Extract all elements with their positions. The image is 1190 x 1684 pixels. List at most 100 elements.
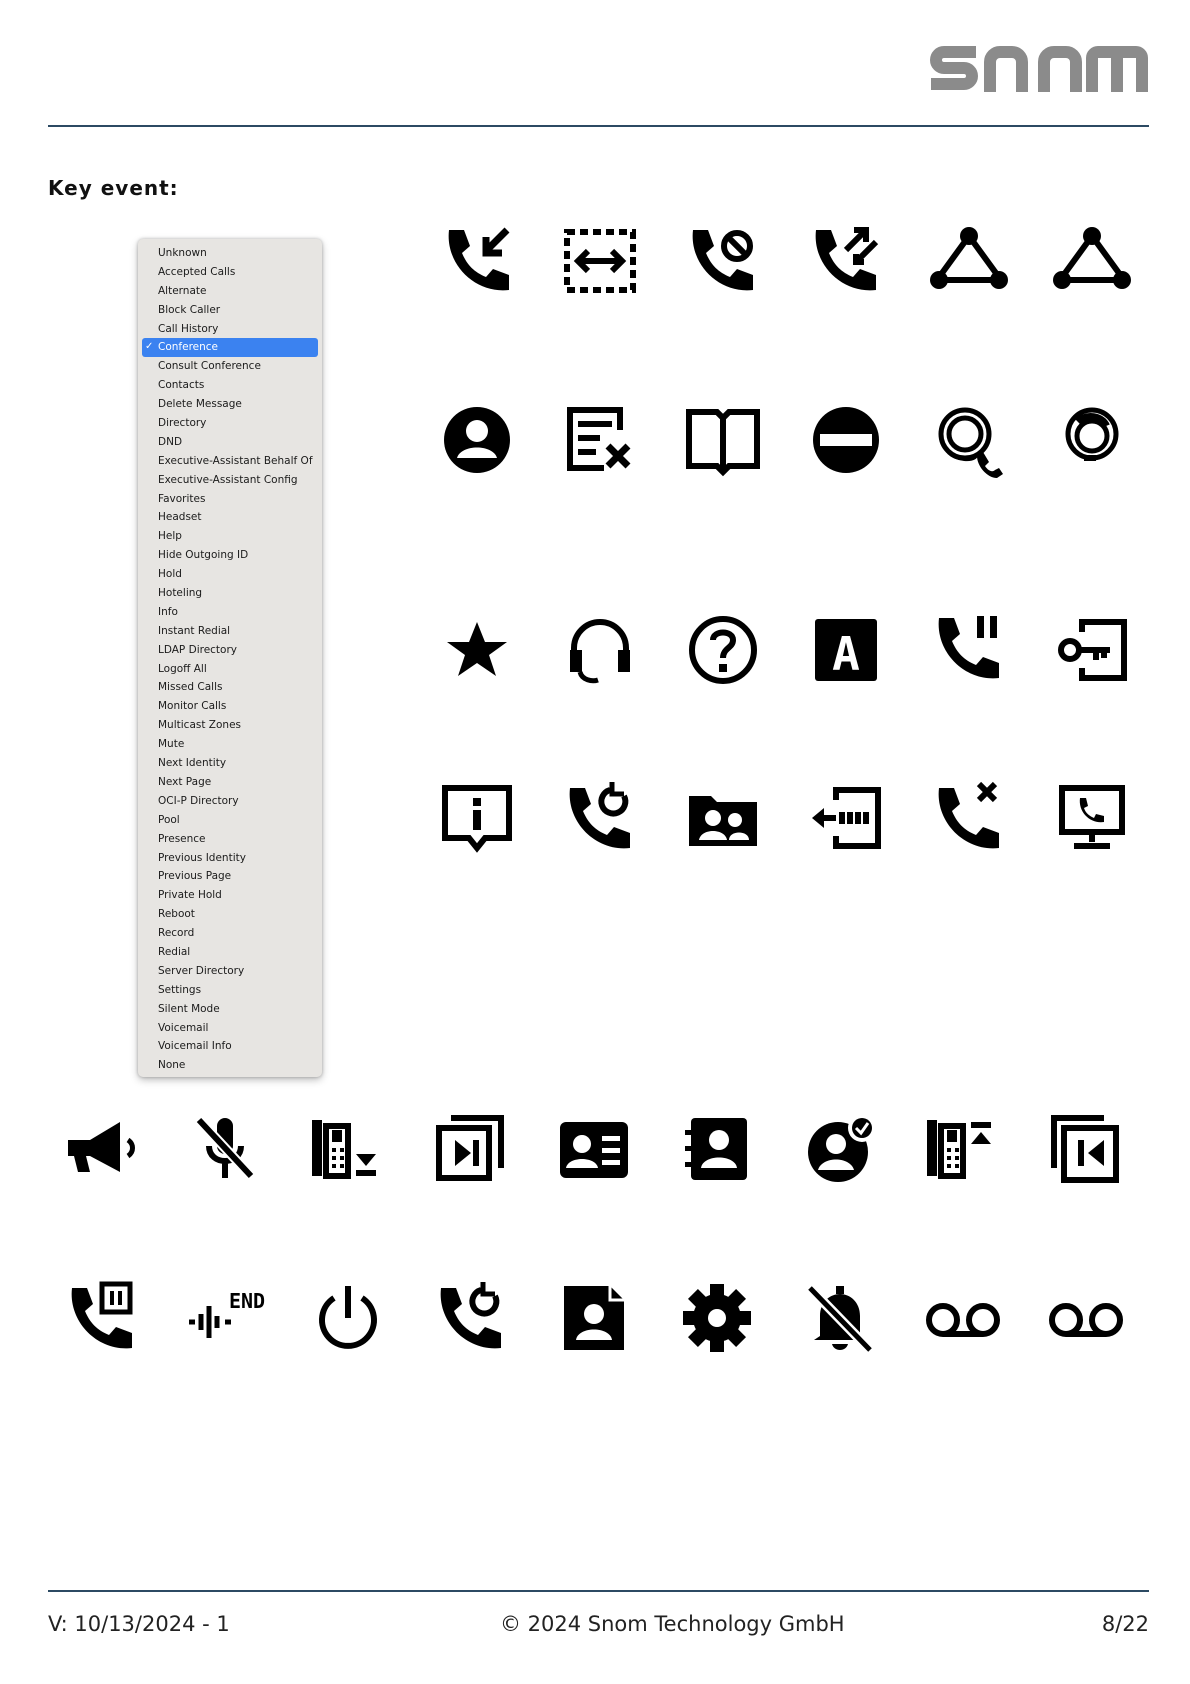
dropdown-option[interactable]: Silent Mode [142, 1000, 318, 1019]
dropdown-option[interactable]: Reboot [142, 905, 318, 924]
dropdown-option[interactable]: Missed Calls [142, 678, 318, 697]
footer-copyright: © 2024 Snom Technology GmbH [500, 1612, 845, 1636]
dropdown-option[interactable]: Record [142, 924, 318, 943]
dropdown-option-label: None [158, 1059, 186, 1072]
dropdown-option[interactable]: Previous Page [142, 867, 318, 886]
silent-mode-icon [800, 1278, 880, 1358]
dropdown-option-label: OCI-P Directory [158, 794, 239, 807]
dropdown-option-label: Pool [158, 813, 180, 826]
dropdown-option[interactable]: Contacts [142, 376, 318, 395]
dropdown-option-label: Executive-Assistant Behalf Of [158, 454, 313, 467]
record-label: END [229, 1289, 265, 1313]
dropdown-option[interactable]: Voicemail [142, 1019, 318, 1038]
key-event-dropdown[interactable]: Unknown Accepted Calls Alternate Block Call… [138, 239, 322, 1077]
snom-logo: snom [928, 40, 1148, 110]
dropdown-option-label: Server Directory [158, 964, 245, 977]
conference-icon [929, 222, 1009, 302]
hoteling-icon [1052, 610, 1132, 690]
consult-conference-icon [1052, 222, 1132, 302]
dropdown-option-label: Mute [158, 738, 185, 751]
dropdown-option[interactable]: Directory [142, 414, 318, 433]
dropdown-option[interactable]: Unknown [142, 244, 318, 263]
footer-page-number: 8/22 [1101, 1612, 1149, 1636]
dropdown-option-label: Executive-Assistant Config [158, 473, 298, 486]
logoff-all-icon [806, 778, 886, 858]
multicast-zones-icon [62, 1110, 142, 1190]
dropdown-option[interactable]: Hide Outgoing ID [142, 546, 318, 565]
dropdown-option[interactable]: Hold [142, 565, 318, 584]
id-badge-letter: A [832, 627, 860, 681]
dropdown-option[interactable]: Private Hold [142, 886, 318, 905]
next-identity-icon [308, 1110, 388, 1190]
info-icon [437, 778, 517, 858]
dropdown-option[interactable]: Mute [142, 735, 318, 754]
dropdown-option[interactable]: Info [142, 603, 318, 622]
voicemail-icon [923, 1278, 1003, 1358]
dropdown-option[interactable]: Pool [142, 811, 318, 830]
dropdown-option[interactable]: LDAP Directory [142, 641, 318, 660]
dropdown-option[interactable]: Settings [142, 981, 318, 1000]
dropdown-option[interactable]: Call History [142, 320, 318, 339]
dropdown-option-label: Settings [158, 983, 202, 996]
mute-icon [185, 1110, 265, 1190]
checkmark-icon: ✓ [145, 341, 154, 353]
dropdown-option-label: Accepted Calls [158, 265, 236, 278]
dropdown-option-label: Previous Page [158, 870, 232, 883]
dropdown-option[interactable]: Monitor Calls [142, 697, 318, 716]
redial-icon [431, 1278, 511, 1358]
dropdown-option[interactable]: Instant Redial [142, 622, 318, 641]
hide-outgoing-id-icon: A [806, 610, 886, 690]
block-caller-icon [683, 222, 763, 302]
dropdown-option[interactable]: Hoteling [142, 584, 318, 603]
dropdown-option[interactable]: DND [142, 433, 318, 452]
header-rule [48, 125, 1149, 127]
dropdown-option[interactable]: Executive-Assistant Config [142, 471, 318, 490]
dropdown-option-label: Headset [158, 511, 202, 524]
dropdown-option-label: Logoff All [158, 662, 207, 675]
dropdown-option[interactable]: Next Identity [142, 754, 318, 773]
dropdown-option[interactable]: Executive-Assistant Behalf Of [142, 452, 318, 471]
delete-message-icon [560, 400, 640, 480]
dropdown-option-label: Silent Mode [158, 1002, 220, 1015]
dropdown-option[interactable]: ✓ Conference [142, 338, 318, 358]
dropdown-option[interactable]: Server Directory [142, 962, 318, 981]
dropdown-option[interactable]: Accepted Calls [142, 263, 318, 282]
dropdown-option[interactable]: Block Caller [142, 301, 318, 320]
dropdown-option[interactable]: Presence [142, 830, 318, 849]
dropdown-option-label: Voicemail Info [158, 1040, 232, 1053]
dropdown-option[interactable]: Favorites [142, 490, 318, 509]
dropdown-option-label: Next Identity [158, 757, 227, 770]
dropdown-option[interactable]: Previous Identity [142, 849, 318, 868]
previous-page-icon [1046, 1110, 1126, 1190]
directory-icon [683, 400, 763, 480]
dropdown-option[interactable]: Help [142, 527, 318, 546]
dropdown-option[interactable]: OCI-P Directory [142, 792, 318, 811]
dropdown-option-label: Monitor Calls [158, 700, 227, 713]
dropdown-option[interactable]: Multicast Zones [142, 716, 318, 735]
dropdown-option-label: Call History [158, 322, 219, 335]
dropdown-option-label: Previous Identity [158, 851, 246, 864]
dropdown-option-label: Presence [158, 832, 206, 845]
footer-version: V: 10/13/2024 - 1 [48, 1612, 230, 1636]
dropdown-option-label: Hoteling [158, 587, 203, 600]
dropdown-option[interactable]: Redial [142, 943, 318, 962]
help-icon [683, 610, 763, 690]
dropdown-option-label: Multicast Zones [158, 719, 242, 732]
dropdown-option[interactable]: Consult Conference [142, 357, 318, 376]
dropdown-option[interactable]: Delete Message [142, 395, 318, 414]
dnd-icon [806, 400, 886, 480]
dropdown-option[interactable]: Logoff All [142, 660, 318, 679]
alternate-icon [560, 222, 640, 302]
footer-rule [48, 1590, 1149, 1592]
dropdown-option-label: Contacts [158, 379, 205, 392]
dropdown-option-label: Info [158, 605, 178, 618]
dropdown-option[interactable]: Voicemail Info [142, 1037, 318, 1056]
dropdown-option[interactable]: None [142, 1056, 318, 1075]
dropdown-option[interactable]: Next Page [142, 773, 318, 792]
executive-assistant-config-icon [1052, 400, 1132, 480]
private-hold-icon [62, 1278, 142, 1358]
dropdown-option[interactable]: Headset [142, 508, 318, 527]
server-directory-icon [554, 1278, 634, 1358]
dropdown-option[interactable]: Alternate [142, 282, 318, 301]
headset-icon [560, 610, 640, 690]
